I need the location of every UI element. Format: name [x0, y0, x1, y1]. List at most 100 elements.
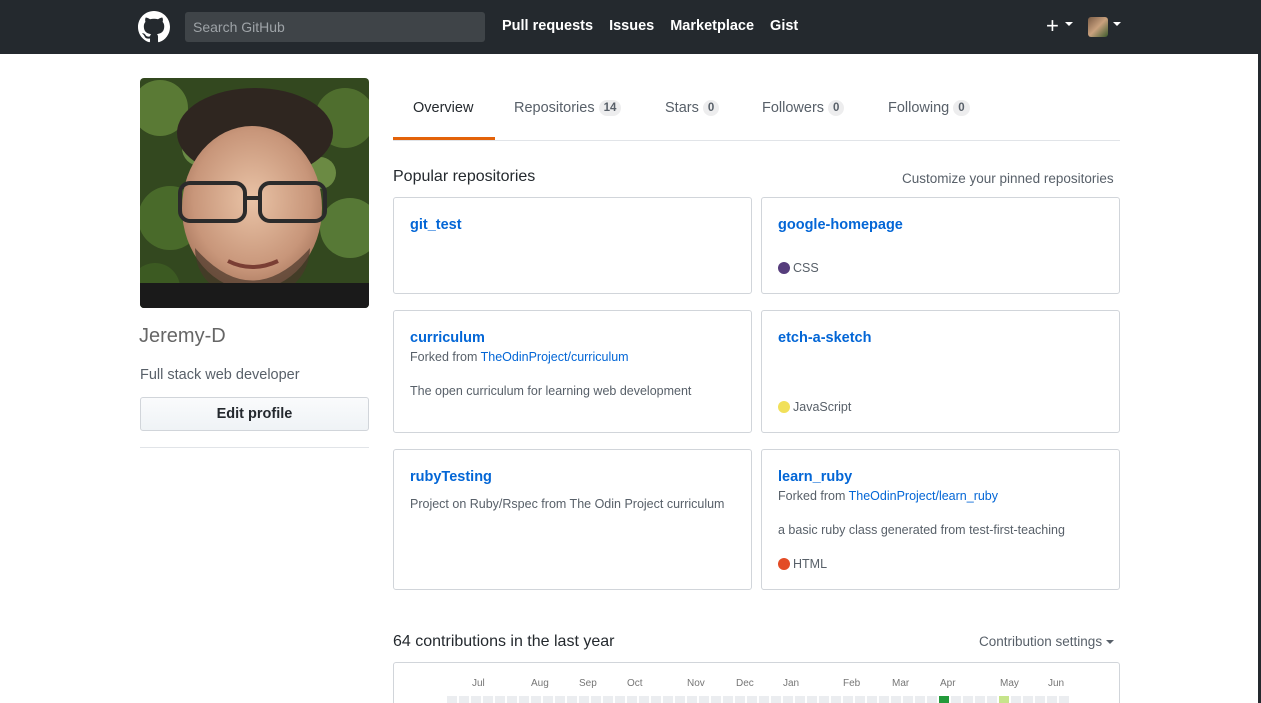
- calendar-day[interactable]: [639, 696, 649, 703]
- tab-counter: 0: [953, 100, 970, 116]
- calendar-day[interactable]: [807, 696, 817, 703]
- calendar-day[interactable]: [891, 696, 901, 703]
- calendar-day[interactable]: [711, 696, 721, 703]
- calendar-day[interactable]: [471, 696, 481, 703]
- calendar-day[interactable]: [987, 696, 997, 703]
- forked-from: Forked from TheOdinProject/learn_ruby: [778, 489, 998, 503]
- calendar-day[interactable]: [903, 696, 913, 703]
- calendar-day[interactable]: [759, 696, 769, 703]
- tab-label: Repositories: [514, 100, 595, 116]
- repo-link[interactable]: google-homepage: [778, 217, 903, 233]
- calendar-day[interactable]: [843, 696, 853, 703]
- contribution-settings-label: Contribution settings: [979, 634, 1103, 649]
- forked-source-link[interactable]: TheOdinProject/learn_ruby: [849, 489, 998, 503]
- nav-pull-requests[interactable]: Pull requests: [502, 18, 593, 34]
- search-input[interactable]: [185, 12, 485, 42]
- calendar-day[interactable]: [783, 696, 793, 703]
- language-label: CSS: [793, 261, 819, 275]
- repo-card: google-homepage CSS: [761, 197, 1120, 294]
- calendar-day[interactable]: [831, 696, 841, 703]
- month-label: Dec: [736, 678, 754, 689]
- repo-card: curriculum Forked from TheOdinProject/cu…: [393, 310, 752, 433]
- tab-label: Overview: [413, 100, 474, 116]
- repo-card: etch-a-sketch JavaScript: [761, 310, 1120, 433]
- calendar-day[interactable]: [447, 696, 457, 703]
- calendar-day[interactable]: [543, 696, 553, 703]
- calendar-day[interactable]: [1011, 696, 1021, 703]
- language-color-dot-icon: [778, 401, 790, 413]
- calendar-day[interactable]: [975, 696, 985, 703]
- nav-issues[interactable]: Issues: [609, 18, 654, 34]
- calendar-day[interactable]: [555, 696, 565, 703]
- calendar-day[interactable]: [1047, 696, 1057, 703]
- calendar-day[interactable]: [495, 696, 505, 703]
- edit-profile-button[interactable]: Edit profile: [140, 397, 369, 431]
- chevron-down-icon[interactable]: [1113, 22, 1121, 26]
- calendar-day[interactable]: [663, 696, 673, 703]
- tab-overview[interactable]: Overview: [413, 100, 473, 116]
- calendar-day[interactable]: [459, 696, 469, 703]
- user-avatar-menu[interactable]: [1088, 17, 1108, 37]
- calendar-day[interactable]: [723, 696, 733, 703]
- calendar-day[interactable]: [1059, 696, 1069, 703]
- calendar-day[interactable]: [603, 696, 613, 703]
- calendar-day[interactable]: [675, 696, 685, 703]
- language-color-dot-icon: [778, 558, 790, 570]
- calendar-day[interactable]: [507, 696, 517, 703]
- language-color-dot-icon: [778, 262, 790, 274]
- tab-following[interactable]: Following 0: [888, 100, 970, 116]
- calendar-day[interactable]: [855, 696, 865, 703]
- calendar-day[interactable]: [915, 696, 925, 703]
- nav-gist[interactable]: Gist: [770, 18, 798, 34]
- calendar-day[interactable]: [699, 696, 709, 703]
- calendar-day[interactable]: [591, 696, 601, 703]
- github-logo-icon[interactable]: [138, 11, 170, 43]
- calendar-day[interactable]: [567, 696, 577, 703]
- calendar-day[interactable]: [579, 696, 589, 703]
- calendar-day[interactable]: [879, 696, 889, 703]
- tab-stars[interactable]: Stars 0: [665, 100, 720, 116]
- calendar-day[interactable]: [519, 696, 529, 703]
- tab-repositories[interactable]: Repositories 14: [514, 100, 622, 116]
- repo-link[interactable]: rubyTesting: [410, 469, 492, 485]
- customize-pinned-link[interactable]: Customize your pinned repositories: [902, 171, 1114, 186]
- tab-followers[interactable]: Followers 0: [762, 100, 845, 116]
- forked-prefix: Forked from: [778, 489, 849, 503]
- repo-link[interactable]: curriculum: [410, 330, 485, 346]
- divider: [140, 447, 369, 448]
- calendar-day[interactable]: [771, 696, 781, 703]
- header-nav: Pull requests Issues Marketplace Gist: [502, 18, 798, 34]
- profile-bio: Full stack web developer: [140, 367, 300, 383]
- forked-source-link[interactable]: TheOdinProject/curriculum: [481, 350, 629, 364]
- calendar-day[interactable]: [735, 696, 745, 703]
- calendar-day[interactable]: [963, 696, 973, 703]
- repo-link[interactable]: git_test: [410, 217, 462, 233]
- calendar-day[interactable]: [1023, 696, 1033, 703]
- calendar-day[interactable]: [795, 696, 805, 703]
- calendar-day[interactable]: [615, 696, 625, 703]
- calendar-day[interactable]: [951, 696, 961, 703]
- calendar-day[interactable]: [483, 696, 493, 703]
- calendar-day[interactable]: [531, 696, 541, 703]
- forked-from: Forked from TheOdinProject/curriculum: [410, 350, 629, 364]
- calendar-day[interactable]: [819, 696, 829, 703]
- calendar-day[interactable]: [627, 696, 637, 703]
- repo-link[interactable]: learn_ruby: [778, 469, 852, 485]
- chevron-down-icon[interactable]: [1065, 22, 1073, 26]
- profile-avatar[interactable]: [140, 78, 369, 308]
- repo-description: Project on Ruby/Rspec from The Odin Proj…: [410, 497, 725, 511]
- calendar-day[interactable]: [927, 696, 937, 703]
- nav-marketplace[interactable]: Marketplace: [670, 18, 754, 34]
- calendar-day[interactable]: [687, 696, 697, 703]
- contribution-settings-dropdown[interactable]: Contribution settings: [979, 634, 1114, 649]
- contributions-title: 64 contributions in the last year: [393, 633, 615, 650]
- plus-icon[interactable]: +: [1046, 14, 1059, 38]
- calendar-day[interactable]: [867, 696, 877, 703]
- month-label: Oct: [627, 678, 643, 689]
- calendar-day[interactable]: [747, 696, 757, 703]
- calendar-day[interactable]: [651, 696, 661, 703]
- calendar-day[interactable]: [1035, 696, 1045, 703]
- calendar-day[interactable]: [939, 696, 949, 703]
- calendar-day[interactable]: [999, 696, 1009, 703]
- repo-link[interactable]: etch-a-sketch: [778, 330, 871, 346]
